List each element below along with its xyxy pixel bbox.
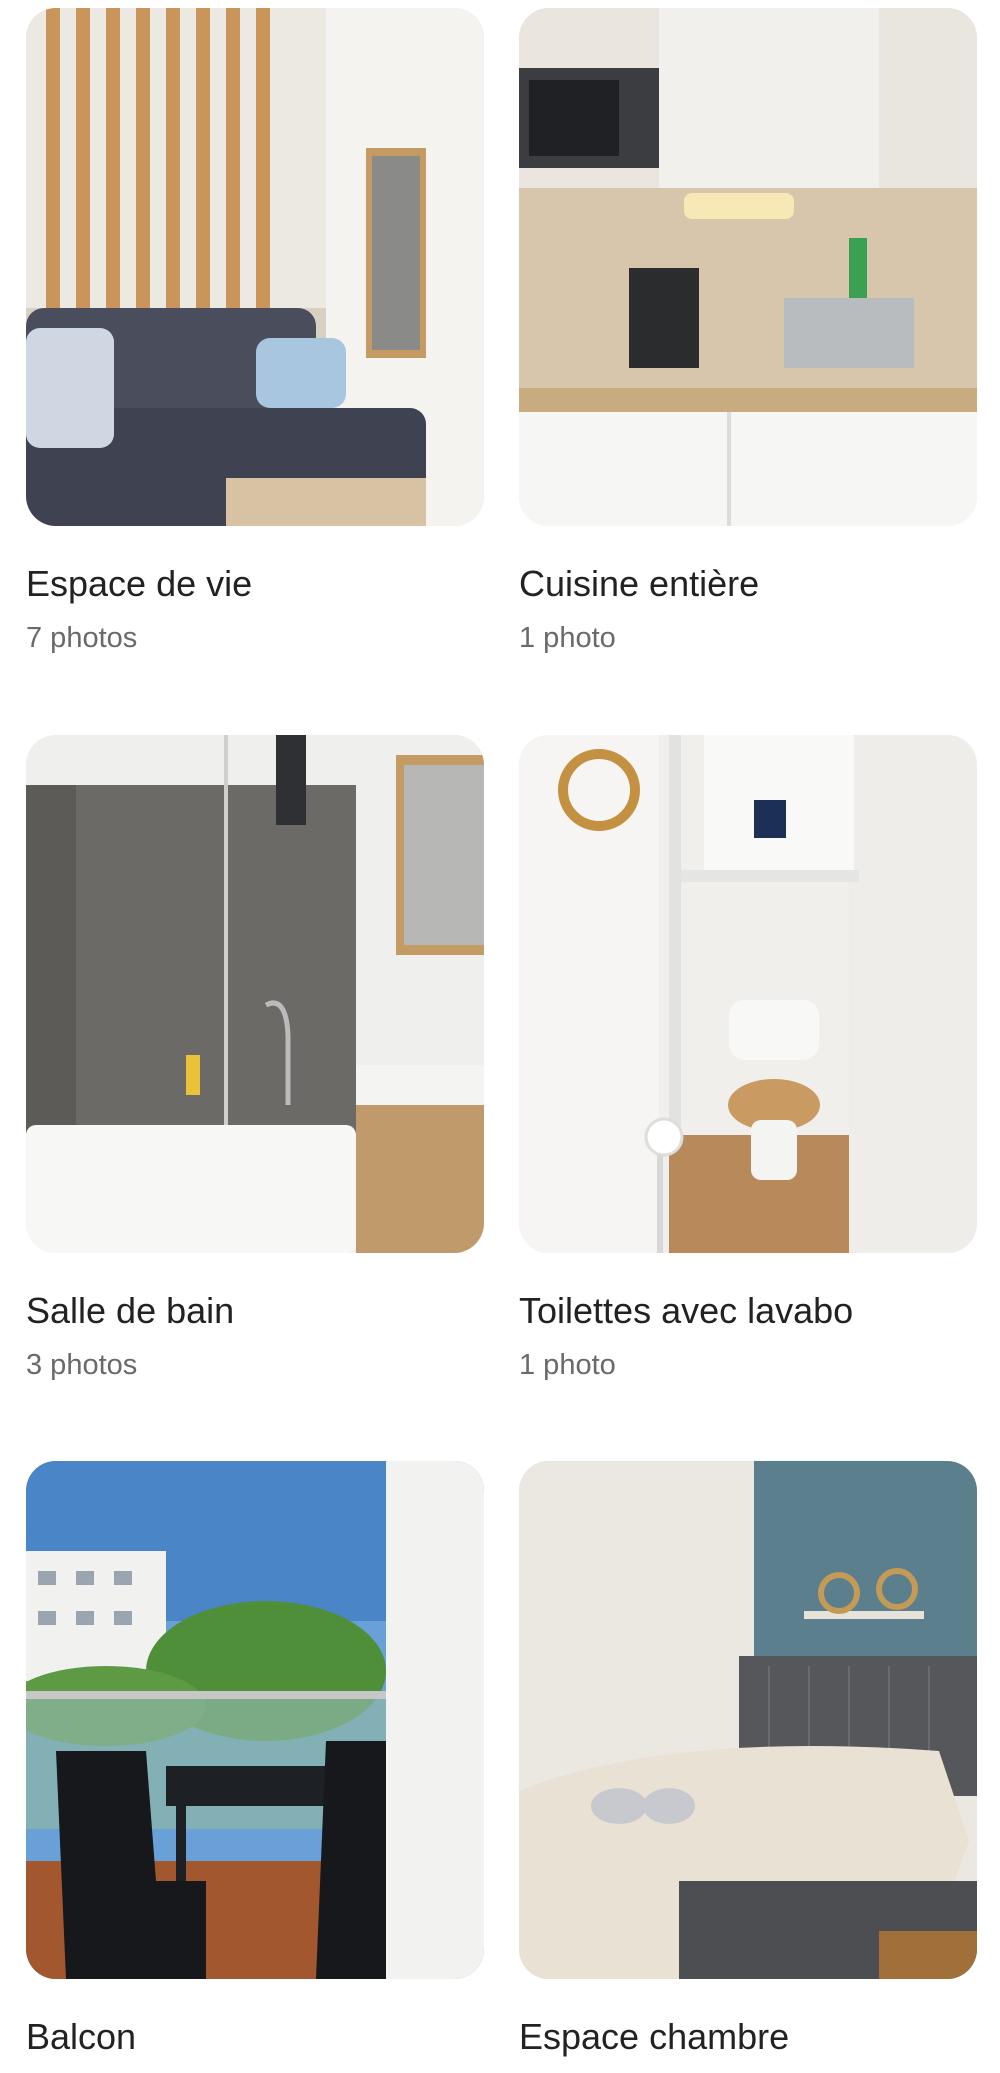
room-photo-count: 1 photo [519,1349,616,1381]
room-photo-toilet[interactable] [519,735,977,1253]
room-title: Espace de vie [26,563,253,604]
room-card-bedroom[interactable]: Espace chambre [519,1461,977,2073]
room-card-bathroom[interactable]: Salle de bain 3 photos [26,735,484,1383]
room-photo-count: 3 photos [26,1349,138,1381]
room-title: Toilettes avec lavabo [519,1290,854,1331]
room-card-living[interactable]: Espace de vie 7 photos [26,8,484,656]
room-photo-count: 1 photo [519,622,616,654]
room-title: Espace chambre [519,2016,790,2057]
room-photo-grid: Espace de vie 7 photos Cuisine entière 1… [0,0,1000,2057]
room-title: Cuisine entière [519,563,760,604]
room-title: Salle de bain [26,1290,235,1331]
room-photo-kitchen[interactable] [519,8,977,526]
room-photo-bathroom[interactable] [26,735,484,1253]
room-photo-count: 7 photos [26,622,138,654]
room-photo-bedroom[interactable] [519,1461,977,1979]
room-photo-balcony[interactable] [26,1461,484,1979]
room-title: Balcon [26,2016,137,2057]
room-card-balcony[interactable]: Balcon [26,1461,484,2073]
room-photo-living[interactable] [26,8,484,526]
room-card-toilet[interactable]: Toilettes avec lavabo 1 photo [519,735,977,1383]
room-card-kitchen[interactable]: Cuisine entière 1 photo [519,8,977,656]
